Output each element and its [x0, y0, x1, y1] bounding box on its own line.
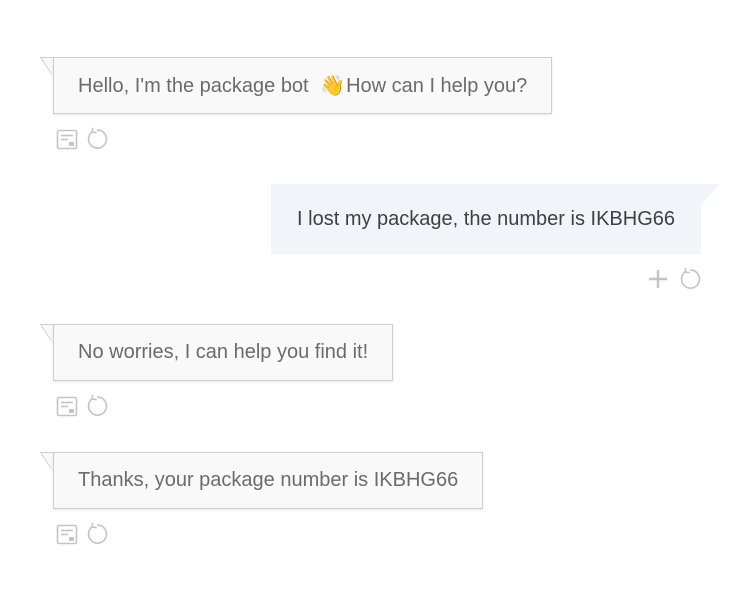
user-message: I lost my package, the number is IKBHG66 [271, 184, 720, 294]
message-actions [56, 393, 393, 419]
message-text: Hello, I'm the package bot [78, 75, 315, 97]
bot-message-bubble: Thanks, your package number is IKBHG66 [39, 452, 484, 509]
waving-hand-emoji: 👋 [320, 73, 346, 97]
refresh-icon[interactable] [84, 522, 108, 546]
bubble-tail [39, 324, 54, 345]
plus-icon[interactable] [647, 268, 669, 290]
message-text: I lost my package, the number is IKBHG66 [297, 208, 675, 230]
bubble-tail [700, 184, 720, 206]
refresh-icon[interactable] [84, 127, 108, 151]
message-actions [56, 126, 552, 152]
refresh-icon[interactable] [677, 267, 701, 291]
message-actions [271, 264, 701, 294]
bubble-tail [39, 57, 54, 78]
bot-message: No worries, I can help you find it! [39, 324, 394, 419]
bot-message: Thanks, your package number is IKBHG66 [39, 452, 484, 547]
document-icon[interactable] [56, 395, 78, 417]
user-message-bubble: I lost my package, the number is IKBHG66 [271, 184, 720, 254]
message-text: Thanks, your package number is IKBHG66 [78, 469, 459, 491]
bubble-tail [39, 452, 54, 473]
document-icon[interactable] [56, 128, 78, 150]
message-text-continued: How can I help you? [346, 75, 528, 97]
document-icon[interactable] [56, 523, 78, 545]
message-actions [56, 521, 483, 547]
bot-message-bubble: No worries, I can help you find it! [39, 324, 394, 381]
refresh-icon[interactable] [84, 394, 108, 418]
message-text: No worries, I can help you find it! [78, 341, 369, 363]
bot-message: Hello, I'm the package bot 👋How can I he… [39, 57, 553, 152]
chat-transcript: Hello, I'm the package bot 👋How can I he… [0, 0, 746, 597]
bot-message-bubble: Hello, I'm the package bot 👋How can I he… [39, 57, 553, 114]
